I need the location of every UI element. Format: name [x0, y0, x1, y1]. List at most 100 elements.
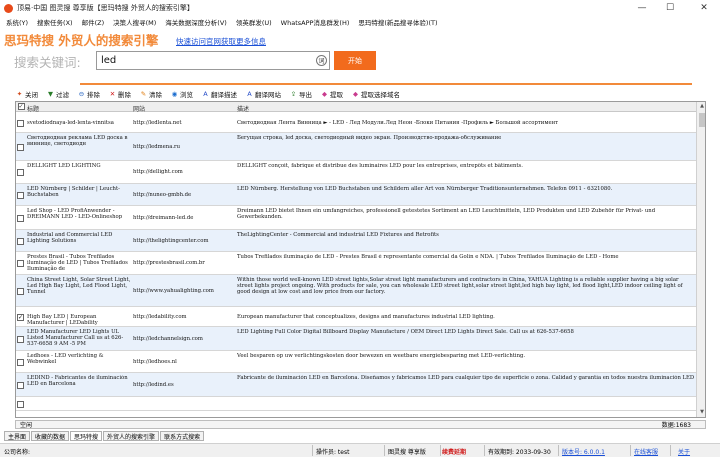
status-bar: 公司名称: 操作员: test 图灵搜 尊享版 续费延期 有效期到: 2033-… — [0, 443, 720, 457]
row-checkbox[interactable] — [17, 401, 24, 408]
table-row[interactable]: China Street Light, Solar Street Light, … — [16, 275, 696, 307]
row-url[interactable]: http://www.yahualighting.com — [133, 288, 233, 306]
row-checkbox[interactable] — [17, 336, 24, 343]
row-checkbox[interactable] — [17, 120, 24, 127]
table-row[interactable]: ✓ High Bay LED | European Manufacturer | … — [16, 307, 696, 327]
online-support-link[interactable]: 在线客服 — [634, 447, 658, 456]
table-row[interactable]: Prestes Brasil - Tubos Trefilados ilumin… — [16, 252, 696, 275]
row-url[interactable]: http://dellight.com — [133, 169, 233, 183]
version-link[interactable]: 版本号: 6.0.0.1 — [562, 447, 605, 456]
search-input[interactable]: led — [96, 51, 330, 70]
translate-button[interactable]: A 翻译描述 — [202, 89, 237, 99]
tab-search-engine[interactable]: 外贸人的搜索引擎 — [103, 431, 160, 441]
row-url[interactable]: http://ledchannelsign.com — [133, 336, 233, 350]
table-row[interactable]: Ledhoes - LED verlichting & Webwinkel htt… — [16, 351, 696, 373]
row-url[interactable]: http://prestesbrasil.com.br — [133, 260, 233, 274]
close-button[interactable]: ✦ 关闭 — [16, 89, 38, 99]
toolbar-label: 导出 — [299, 91, 312, 99]
extract-button[interactable]: ◆ 提取 — [321, 89, 343, 99]
toolbar-label: 删除 — [118, 91, 131, 99]
menu-customs-data[interactable]: 海关数据深度分析(V) — [165, 17, 227, 27]
row-checkbox[interactable] — [17, 382, 24, 389]
column-website[interactable]: 网站 — [132, 104, 236, 113]
keyword-button[interactable]: 词 — [316, 55, 327, 66]
row-checkbox[interactable] — [17, 144, 24, 151]
table-row[interactable]: Светодиодная реклама LED доска в виннице… — [16, 133, 696, 161]
scroll-down-icon[interactable]: ▼ — [697, 408, 705, 417]
header-select-all-checkbox[interactable]: ✓ — [16, 102, 26, 111]
menu-search-task[interactable]: 搜索任务(X) — [37, 17, 73, 27]
app-logo-icon — [4, 3, 13, 13]
renew-link[interactable]: 续费延期 — [442, 447, 466, 456]
table-row[interactable]: Industrial and Commercial LED Lighting S… — [16, 230, 696, 252]
table-row[interactable]: DELLIGHT LED LIGHTING http://dellight.com… — [16, 161, 696, 184]
tab-favorites[interactable]: 收藏的数据 — [31, 431, 70, 441]
table-row[interactable]: svetodiodnaya-led-lenta-vinnitsa http://l… — [16, 113, 696, 133]
row-checkbox[interactable] — [17, 288, 24, 295]
extract-domain-button[interactable]: ◆ 提取选择域名 — [352, 89, 400, 99]
table-row[interactable] — [16, 397, 696, 411]
row-checkbox[interactable] — [17, 238, 24, 245]
menu-mail[interactable]: 邮件(Z) — [82, 17, 105, 27]
maximize-button[interactable]: ☐ — [656, 0, 684, 16]
column-description[interactable]: 描述 — [236, 104, 696, 113]
status-separator — [670, 445, 671, 456]
row-url[interactable]: http://ledlenta.net — [133, 120, 233, 132]
clear-button[interactable]: ✎ 清除 — [140, 89, 162, 99]
row-checkbox[interactable] — [17, 169, 24, 176]
exclude-button[interactable]: ⊖ 排除 — [78, 89, 100, 99]
column-title[interactable]: 标题 — [26, 104, 132, 113]
row-description: Tubos Trefilados iluminação de LED - Pre… — [237, 254, 619, 260]
table-row[interactable]: LEDIND - Fabricantes de iluminación LED … — [16, 373, 696, 397]
toolbar: ✦ 关闭 ▼ 过滤 ⊖ 排除 ✕ 删除 ✎ 清除 ◉ 浏览 A 翻译描述 A 翻译网站 ⇪ 导出 ◆ 提取 ◆ 提取选择域… — [16, 88, 706, 100]
extract-domain-icon: ◆ — [353, 89, 358, 98]
scroll-thumb[interactable] — [699, 113, 705, 127]
export-icon: ⇪ — [290, 89, 297, 98]
status-separator — [630, 445, 631, 456]
row-url[interactable]: http://ledind.es — [133, 382, 233, 396]
translate-site-button[interactable]: A 翻译网站 — [246, 89, 281, 99]
about-link[interactable]: 关于 — [678, 447, 690, 456]
vertical-scrollbar[interactable]: ▲ ▼ — [696, 102, 705, 417]
minimize-button[interactable]: — — [628, 0, 656, 16]
row-url[interactable] — [133, 401, 233, 410]
row-title: Led Shop - LED ProfiAnwender - DREIMANN … — [27, 208, 123, 221]
start-search-button[interactable]: 开始 — [334, 51, 376, 70]
menu-smart-search[interactable]: 思玛特搜(新品搜寻体验)(T) — [358, 17, 437, 27]
row-description: TheLightingCenter - Commercial and indus… — [237, 232, 439, 238]
row-description: Fabricante de iluminación LED en Barcelo… — [237, 375, 695, 381]
row-title: svetodiodnaya-led-lenta-vinnitsa — [27, 120, 114, 126]
row-title: Светодиодная реклама LED доска в виннице… — [27, 135, 128, 148]
row-checkbox[interactable] — [17, 192, 24, 199]
row-checkbox[interactable] — [17, 260, 24, 267]
menu-whatsapp[interactable]: WhatsAPP消息群发(H) — [281, 17, 350, 27]
toolbar-label: 提取 — [330, 91, 343, 99]
menu-decision-maker[interactable]: 决策人搜寻(M) — [113, 17, 156, 27]
expiry-date: 有效期到: 2033-09-30 — [488, 449, 551, 456]
menu-linkedin[interactable]: 领英群发(U) — [236, 17, 272, 27]
globe-button[interactable]: ◉ 浏览 — [171, 89, 193, 99]
row-url[interactable]: http://nuneo-gmbh.de — [133, 192, 233, 205]
menu-system[interactable]: 系统(Y) — [6, 17, 28, 27]
scroll-up-icon[interactable]: ▲ — [697, 102, 705, 111]
grid-status: 空闲 数据:1683 — [15, 420, 706, 429]
row-checkbox[interactable] — [17, 359, 24, 366]
close-window-button[interactable]: ✕ — [690, 0, 718, 16]
row-checkbox[interactable]: ✓ — [17, 314, 24, 321]
website-link[interactable]: 快速访问官网获取更多信息 — [176, 36, 266, 47]
row-url[interactable]: http://ledhoes.nl — [133, 359, 233, 372]
table-row[interactable]: LED Nürnberg | Schilder | Leucht-Buchsta… — [16, 184, 696, 206]
table-row[interactable]: LED Manufacturer LED Lights UL Listed Ma… — [16, 327, 696, 351]
row-url[interactable]: http://thelightingcenter.com — [133, 238, 233, 251]
row-url[interactable]: http://ledmena.ru — [133, 144, 233, 160]
table-row[interactable]: Led Shop - LED ProfiAnwender - DREIMANN … — [16, 206, 696, 230]
tab-smart-search[interactable]: 思玛特搜 — [70, 431, 103, 441]
row-checkbox[interactable] — [17, 215, 24, 222]
row-url[interactable]: http://ledability.com — [133, 314, 233, 326]
filter-button[interactable]: ▼ 过滤 — [47, 89, 69, 99]
delete-button[interactable]: ✕ 删除 — [109, 89, 131, 99]
tab-contact-search[interactable]: 联系方式搜索 — [160, 431, 205, 441]
export-button[interactable]: ⇪ 导出 — [290, 89, 312, 99]
tab-main[interactable]: 主界面 — [4, 431, 31, 441]
row-url[interactable]: http://dreimann-led.de — [133, 215, 233, 229]
